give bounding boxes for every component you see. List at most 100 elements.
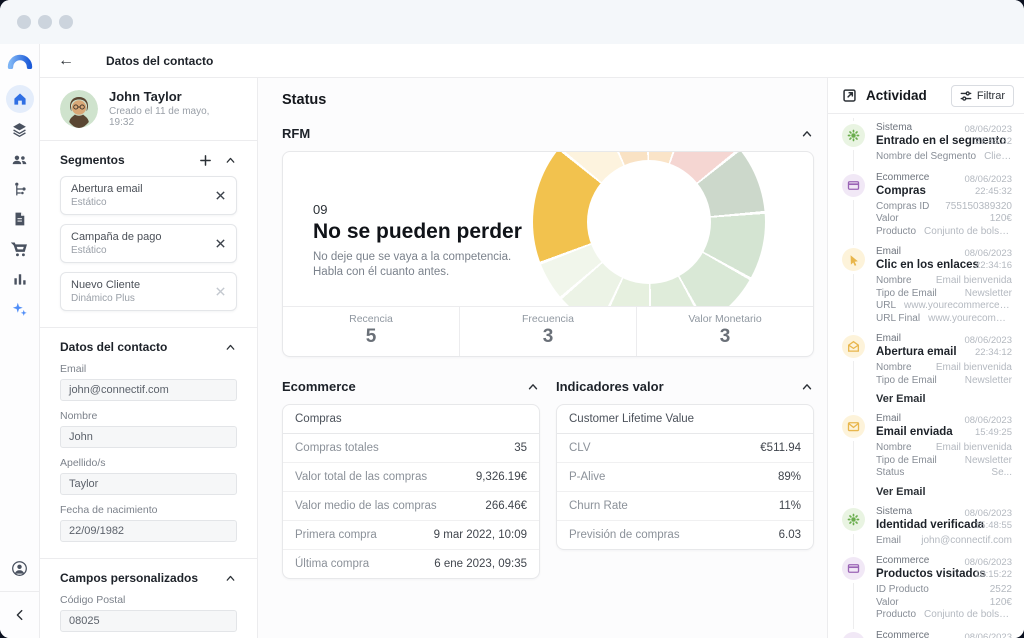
table-row: Previsión de compras 6.03: [557, 520, 813, 549]
app-window: ← Datos del contacto John Taylor Creado …: [0, 0, 1024, 638]
activity-item[interactable]: Ecommerce Productos visitados 08/06/2023…: [842, 551, 1012, 626]
rfm-stat-value: 5: [283, 326, 459, 348]
rfm-stats-row: Recencia 5 Frecuencia 3 Valor: [283, 306, 813, 356]
row-value: 6 ene 2023, 09:35: [434, 558, 527, 570]
activity-item-icon: [842, 632, 865, 638]
view-email-link[interactable]: Ver Email: [876, 393, 1012, 405]
status-heading: Status: [282, 92, 814, 108]
activity-item[interactable]: Email Clic en los enlaces 08/06/2023 22:…: [842, 242, 1012, 329]
activity-item-icon: [842, 335, 865, 358]
segment-chip[interactable]: Abertura email Estático: [60, 176, 237, 215]
open-activity-external-icon[interactable]: [842, 88, 857, 103]
activity-timestamp: 08/06/2023 15:49:25: [964, 415, 1012, 439]
row-value: 6.03: [779, 529, 801, 541]
row-label: Primera compra: [295, 529, 434, 541]
activity-timestamp: 08/06/2023 22:45:32: [964, 124, 1012, 148]
activity-item[interactable]: Sistema Entrado en el segmento 08/06/202…: [842, 118, 1012, 168]
collapse-segments-chevron-icon[interactable]: [224, 154, 237, 167]
value-indicators-section: Indicadores valor Customer Lifetime Valu…: [556, 379, 814, 550]
field-input[interactable]: 22/09/1982: [60, 520, 237, 542]
activity-item-icon: [842, 124, 865, 147]
remove-segment-icon[interactable]: [215, 286, 226, 297]
field-input[interactable]: john@connectif.com: [60, 379, 237, 401]
activity-item[interactable]: Email Abertura email 08/06/2023 22:34:12: [842, 329, 1012, 409]
sidebar-item-contacts-icon[interactable]: [6, 145, 34, 173]
sidebar-item-ai-sparkles-icon[interactable]: [6, 295, 34, 323]
remove-segment-icon[interactable]: [215, 238, 226, 249]
activity-item[interactable]: Ecommerce Productos visitados 08/06/2023…: [842, 626, 1012, 638]
rfm-segment-description: No deje que se vaya a la competencia. Ha…: [313, 250, 813, 280]
collapse-rfm-chevron-icon[interactable]: [800, 127, 814, 141]
row-label: Compras totales: [295, 442, 514, 454]
activity-detail-row: Producto Conjunto de bolso y bandolera: [876, 609, 1012, 622]
credit-card-icon: [847, 179, 860, 192]
rfm-stat: Recencia 5: [283, 307, 459, 356]
remove-segment-icon[interactable]: [215, 190, 226, 201]
activity-details: Nombre del Segmento Cliente nuevo: [876, 151, 1012, 164]
activity-item[interactable]: Ecommerce Compras 08/06/2023 22:45:32: [842, 168, 1012, 243]
table-row: Compras totales 35: [283, 434, 539, 462]
activity-detail-row: URL www.yourecommerce.com/handb...: [876, 300, 1012, 313]
activity-timestamp: 08/06/2023 10:15:05: [964, 632, 1012, 638]
sidebar-item-home[interactable]: [6, 85, 34, 113]
activity-item[interactable]: Sistema Identidad verificada 08/06/2023 …: [842, 502, 1012, 552]
sidebar-item-layers-icon[interactable]: [6, 115, 34, 143]
sidebar-item-cart-icon[interactable]: [6, 235, 34, 263]
contact-name: John Taylor: [109, 89, 237, 104]
row-label: Valor medio de las compras: [295, 500, 485, 512]
rfm-stat-label: Valor Monetario: [637, 313, 813, 325]
activity-panel: Actividad Filtrar: [827, 78, 1024, 638]
collapse-details-chevron-icon[interactable]: [224, 341, 237, 354]
collapse-ecommerce-chevron-icon[interactable]: [526, 380, 540, 394]
clv-table: Customer Lifetime Value CLV €511.94: [556, 404, 814, 550]
form-field: Apellido/s Taylor: [60, 457, 237, 495]
filter-button[interactable]: Filtrar: [951, 85, 1014, 107]
back-arrow-button[interactable]: ←: [58, 53, 78, 69]
activity-item-icon: [842, 415, 865, 438]
rfm-segment-code: 09: [313, 202, 813, 217]
activity-details: Nombre Email bienvenida Tipo de Email Ne…: [876, 362, 1012, 387]
view-email-link[interactable]: Ver Email: [876, 486, 1012, 498]
activity-detail-row: Valor 120€: [876, 597, 1012, 610]
window-control-dot[interactable]: [17, 15, 31, 29]
clv-table-header: Customer Lifetime Value: [557, 405, 813, 434]
activity-item-icon: [842, 508, 865, 531]
field-input[interactable]: John: [60, 426, 237, 448]
collapse-custom-chevron-icon[interactable]: [224, 572, 237, 585]
add-segment-button[interactable]: [199, 154, 212, 167]
row-value: 9,326.19€: [476, 471, 527, 483]
row-value: 9 mar 2022, 10:09: [434, 529, 527, 541]
rfm-stat-value: 3: [460, 326, 636, 348]
sidebar-item-documents-icon[interactable]: [6, 205, 34, 233]
segment-chip[interactable]: Campaña de pago Estático: [60, 224, 237, 263]
rfm-stat-value: 3: [637, 326, 813, 348]
field-input[interactable]: 08025: [60, 610, 237, 632]
sidebar-item-workflows-icon[interactable]: [6, 175, 34, 203]
indicators-heading: Indicadores valor: [556, 379, 788, 394]
activity-detail-row: Producto Conjunto de bolso y bandolera: [876, 226, 1012, 239]
activity-detail-row: Status Se...: [876, 467, 1012, 480]
collapse-sidebar-chevron-icon[interactable]: [6, 601, 34, 629]
cursor-click-icon: [848, 254, 860, 266]
table-row: CLV €511.94: [557, 434, 813, 462]
gear-icon: [847, 129, 860, 142]
sidebar-item-analytics-icon[interactable]: [6, 265, 34, 293]
window-control-dot[interactable]: [59, 15, 73, 29]
window-control-dot[interactable]: [38, 15, 52, 29]
form-field: Fecha de nacimiento 22/09/1982: [60, 504, 237, 542]
gear-icon: [847, 513, 860, 526]
account-icon[interactable]: [6, 554, 34, 582]
activity-details: Nombre Email bienvenida Tipo de Email Ne…: [876, 275, 1012, 325]
activity-item-icon: [842, 174, 865, 197]
activity-timestamp: 08/06/2023 22:34:16: [964, 248, 1012, 272]
activity-item[interactable]: Email Email enviada 08/06/2023 15:49:25: [842, 409, 1012, 502]
activity-detail-row: Valor 120€: [876, 213, 1012, 226]
segment-chip[interactable]: Nuevo Cliente Dinámico Plus: [60, 272, 237, 311]
field-label: Fecha de nacimiento: [60, 504, 237, 516]
collapse-indicators-chevron-icon[interactable]: [800, 380, 814, 394]
segment-type: Estático: [71, 245, 209, 256]
contact-created: Creado el 11 de mayo, 19:32: [109, 106, 237, 128]
row-value: 35: [514, 442, 527, 454]
activity-detail-row: URL Final www.yourecommerce.co...: [876, 313, 1012, 326]
field-input[interactable]: Taylor: [60, 473, 237, 495]
